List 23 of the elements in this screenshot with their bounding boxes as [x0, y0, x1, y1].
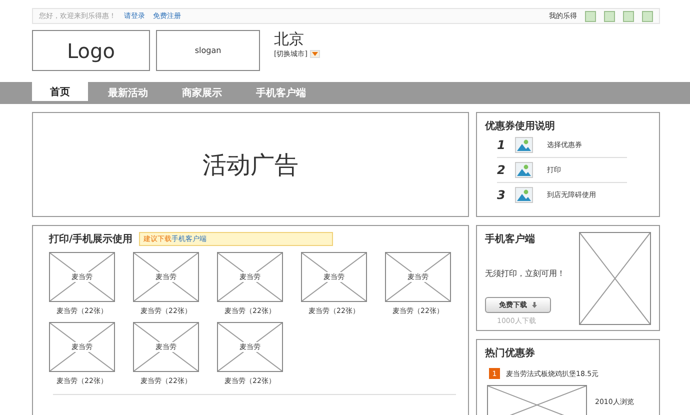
social-icon[interactable]: [642, 10, 653, 22]
social-icon[interactable]: [604, 10, 615, 22]
step-number: 2: [497, 163, 506, 177]
step-number: 3: [497, 188, 506, 202]
panel-title: 热门优惠券: [485, 346, 536, 360]
panel-title: 优惠券使用说明: [485, 120, 556, 133]
banner-text: 活动广告: [202, 150, 298, 180]
panel-title: 手机客户端: [485, 232, 536, 246]
nav-tab[interactable]: 首页: [32, 82, 88, 101]
social-icon[interactable]: [585, 10, 596, 22]
city-name: 北京: [274, 30, 305, 49]
city-dropdown-button[interactable]: [310, 50, 320, 58]
social-icon[interactable]: [623, 10, 634, 22]
image-icon: [515, 187, 533, 203]
download-icon: [532, 302, 537, 308]
logo-text: Logo: [67, 38, 115, 62]
promo-text: 无须打印，立刻可用！: [485, 268, 565, 279]
panel-title: 打印/手机展示使用: [49, 232, 133, 246]
step-number: 1: [497, 138, 506, 152]
image-icon: [515, 162, 533, 178]
slogan-text: slogan: [194, 46, 222, 55]
caret-icon: [312, 52, 318, 56]
image-icon: [515, 137, 533, 153]
